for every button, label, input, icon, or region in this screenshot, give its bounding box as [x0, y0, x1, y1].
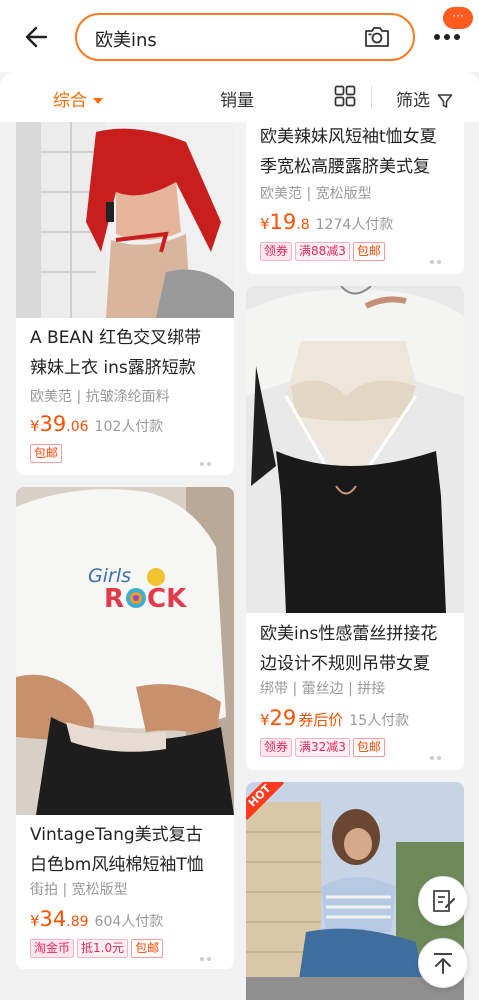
- title-line: 白色bm风纯棉短袖T恤: [30, 855, 204, 875]
- filter-funnel-icon: [438, 94, 453, 108]
- price-row: ¥39.06 102人付款: [30, 412, 163, 436]
- product-title[interactable]: 欧美ins性感蕾丝拼接花 边设计不规则吊带女夏: [260, 619, 464, 679]
- product-image[interactable]: [246, 286, 464, 613]
- sold-count: 102人付款: [94, 419, 164, 435]
- price-decimal: .06: [66, 419, 89, 435]
- price-integer: 39: [39, 412, 67, 436]
- discount-tag: 满88减3: [295, 242, 350, 261]
- divider: [371, 86, 372, 108]
- sort-comprehensive-tab[interactable]: 综合: [53, 86, 103, 111]
- search-query-text: 欧美ins: [95, 30, 157, 51]
- product-image[interactable]: Girls R CK: [16, 487, 234, 815]
- free-shipping-tag: 包邮: [131, 939, 164, 958]
- product-card[interactable]: 欧美ins性感蕾丝拼接花 边设计不规则吊带女夏 绑带 | 蕾丝边 | 拼接 ¥2…: [246, 286, 464, 770]
- currency-symbol: ¥: [30, 912, 40, 930]
- currency-symbol: ¥: [260, 711, 270, 729]
- product-attributes: 绑带 | 蕾丝边 | 拼接: [260, 681, 386, 697]
- free-shipping-tag: 包邮: [352, 242, 385, 261]
- sold-count: 15人付款: [349, 713, 410, 729]
- svg-text:R: R: [104, 584, 124, 614]
- price-row: ¥34.89 604人付款: [30, 907, 163, 931]
- discount-tag: 抵1.0元: [77, 939, 129, 958]
- taobao-coin-tag: 淘金币: [30, 939, 75, 958]
- product-card[interactable]: A BEAN 红色交叉绑带 辣妹上衣 ins露脐短款 欧美范 | 抗皱涤纶面料 …: [16, 122, 234, 475]
- promo-tags: 领券 满88减3 包邮: [260, 242, 388, 262]
- product-image[interactable]: [16, 122, 234, 318]
- product-card[interactable]: Girls R CK VintageTang美式复古 白色bm风纯棉短袖T恤 街…: [16, 487, 234, 969]
- more-options-icon[interactable]: [432, 28, 462, 46]
- price-row: ¥29 券后价 15人付款: [260, 706, 409, 730]
- coupon-tag[interactable]: 领券: [260, 738, 293, 757]
- title-line: 辣妹上衣 ins露脐短款: [30, 358, 196, 378]
- sold-count: 604人付款: [94, 914, 164, 930]
- price-decimal: .8: [296, 217, 310, 233]
- free-shipping-tag: 包邮: [352, 738, 385, 757]
- title-line: 边设计不规则吊带女夏: [260, 654, 430, 674]
- promo-tags: 淘金币 抵1.0元 包邮: [30, 939, 166, 959]
- title-line: 欧美ins性感蕾丝拼接花: [260, 624, 438, 644]
- price-integer: 34: [39, 907, 67, 931]
- arrow-up-icon: [434, 953, 452, 974]
- promo-tags: 领券 满32减3 包邮: [260, 738, 388, 758]
- product-title[interactable]: A BEAN 红色交叉绑带 辣妹上衣 ins露脐短款: [30, 323, 234, 383]
- price-row: ¥19.8 1274人付款: [260, 210, 393, 234]
- caret-down-icon: [93, 98, 103, 104]
- back-to-top-button[interactable]: [418, 938, 468, 988]
- feedback-button[interactable]: [418, 876, 468, 926]
- product-attributes: 街拍 | 宽松版型: [30, 882, 128, 898]
- title-line: 季宽松高腰露脐美式复: [260, 157, 430, 177]
- more-dots-icon[interactable]: [200, 946, 220, 961]
- coupon-tag[interactable]: 领券: [260, 242, 293, 261]
- product-title[interactable]: VintageTang美式复古 白色bm风纯棉短袖T恤: [30, 820, 234, 880]
- price-integer: 19: [269, 210, 297, 234]
- price-decimal: .89: [66, 914, 89, 930]
- camera-icon[interactable]: [363, 25, 391, 49]
- discount-tag: 满32减3: [295, 738, 350, 757]
- title-line: 欧美辣妹风短袖t恤女夏: [260, 127, 437, 147]
- top-bar: 欧美ins ···: [0, 0, 479, 72]
- sort-bar: 综合 销量 筛选: [0, 72, 479, 122]
- more-dots-icon[interactable]: [430, 249, 450, 264]
- back-arrow-icon[interactable]: [22, 22, 52, 52]
- sold-count: 1274人付款: [315, 217, 394, 233]
- sort-sales-tab[interactable]: 销量: [220, 86, 254, 111]
- edit-note-icon: [433, 890, 456, 912]
- filter-label: 筛选: [396, 91, 430, 111]
- price-after-coupon-label: 券后价: [298, 711, 344, 729]
- price-integer: 29: [269, 706, 297, 730]
- promo-tags: 包邮: [30, 444, 65, 464]
- free-shipping-tag: 包邮: [30, 444, 63, 463]
- svg-text:CK: CK: [147, 584, 187, 614]
- search-input[interactable]: 欧美ins: [75, 13, 415, 61]
- notification-badge[interactable]: ···: [443, 7, 473, 29]
- product-card[interactable]: 欧美辣妹风短袖t恤女夏 季宽松高腰露脐美式复 欧美范 | 宽松版型 ¥19.8 1…: [246, 122, 464, 274]
- currency-symbol: ¥: [30, 417, 40, 435]
- more-dots-icon[interactable]: [430, 745, 450, 760]
- sort-comprehensive-label: 综合: [53, 91, 87, 111]
- filter-button[interactable]: 筛选: [396, 86, 453, 111]
- title-line: VintageTang美式复古: [30, 825, 203, 845]
- product-title[interactable]: 欧美辣妹风短袖t恤女夏 季宽松高腰露脐美式复: [260, 122, 464, 182]
- product-attributes: 欧美范 | 抗皱涤纶面料: [30, 389, 170, 405]
- more-dots-icon[interactable]: [200, 451, 220, 466]
- title-line: A BEAN 红色交叉绑带: [30, 328, 202, 348]
- currency-symbol: ¥: [260, 215, 270, 233]
- product-attributes: 欧美范 | 宽松版型: [260, 186, 372, 202]
- grid-view-icon[interactable]: [334, 85, 356, 107]
